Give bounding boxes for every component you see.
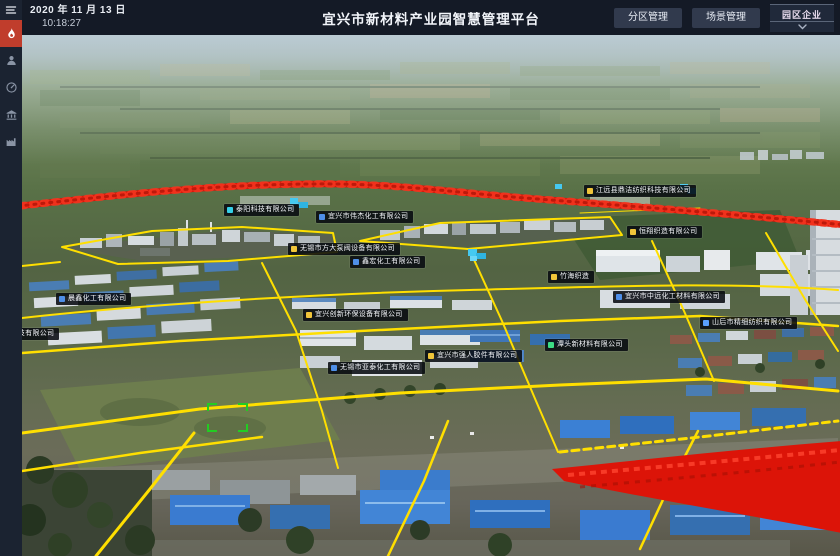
building-label[interactable]: 宜兴市伟杰化工有限公司 <box>316 211 413 223</box>
company-name: 潭头新材料有限公司 <box>557 339 623 351</box>
person-icon <box>5 54 18 67</box>
sidebar-item-enterprise[interactable] <box>0 101 22 128</box>
app-title: 宜兴市新材料产业园智慧管理平台 <box>322 8 540 28</box>
chevron-down-icon <box>798 23 807 31</box>
building-label[interactable]: 泰阳科技有限公司 <box>224 204 299 216</box>
company-marker-icon <box>587 188 593 194</box>
sidebar-item-personnel[interactable] <box>0 47 22 74</box>
building-label[interactable]: 晨鑫化工有限公司 <box>56 293 131 305</box>
company-name: 无锡市亚泰化工有限公司 <box>340 362 420 374</box>
building-label[interactable]: 竹海织造 <box>548 271 594 283</box>
company-name: 恒翔织造有限公司 <box>639 226 697 238</box>
gauge-icon <box>5 81 18 94</box>
zone-management-button[interactable]: 分区管理 <box>614 8 682 28</box>
company-marker-icon <box>616 294 622 300</box>
company-marker-icon <box>331 365 337 371</box>
company-marker-icon <box>548 342 554 348</box>
current-time: 10:18:27 <box>42 19 126 29</box>
company-name: 竹海织造 <box>560 271 589 283</box>
company-name: 泰阳科技有限公司 <box>236 204 294 216</box>
sidebar-item-alarm[interactable] <box>0 20 22 47</box>
company-name: 晨鑫化工有限公司 <box>68 293 126 305</box>
company-marker-icon <box>291 246 297 252</box>
scene-management-button[interactable]: 场景管理 <box>692 8 760 28</box>
menu-button[interactable] <box>0 0 22 20</box>
datetime-block: 2020 年 11 月 13 日 10:18:27 <box>30 6 126 29</box>
company-name: 无锡市方大泵阀设备有限公司 <box>300 243 395 255</box>
company-marker-icon <box>227 207 233 213</box>
building-label[interactable]: 宜兴创新环保设备有限公司 <box>303 309 408 321</box>
app-window: 泰阳科技有限公司宜兴市伟杰化工有限公司 江远县鼎洁纺织科技有限公司恒翔织造有限公司… <box>0 0 840 556</box>
building-label[interactable]: 无锡市方大泵阀设备有限公司 <box>288 243 400 255</box>
building-label[interactable]: 宜兴市创达科技有限公司 <box>22 328 59 340</box>
topbar-actions: 分区管理 场景管理 园区企业 <box>614 0 834 35</box>
company-name: 宜兴市强人胶件有限公司 <box>437 350 517 362</box>
sidebar-item-monitoring[interactable] <box>0 74 22 101</box>
building-label[interactable]: 潭头新材料有限公司 <box>545 339 628 351</box>
left-sidebar <box>0 0 22 556</box>
factory-icon <box>5 135 18 148</box>
company-name: 山后市精细纺织有限公司 <box>712 317 792 329</box>
company-marker-icon <box>551 274 557 280</box>
building-label[interactable]: 江远县鼎洁纺织科技有限公司 <box>584 185 696 197</box>
hamburger-icon <box>5 4 17 16</box>
building-label[interactable]: 山后市精细纺织有限公司 <box>700 317 797 329</box>
sidebar-item-statistics[interactable] <box>0 128 22 155</box>
building-label[interactable]: 鑫宏化工有限公司 <box>350 256 425 268</box>
building-label[interactable]: 恒翔织造有限公司 <box>627 226 702 238</box>
company-marker-icon <box>630 229 636 235</box>
enterprise-dropdown[interactable]: 园区企业 <box>770 4 834 32</box>
company-marker-icon <box>59 296 65 302</box>
enterprise-dropdown-label: 园区企业 <box>782 8 822 21</box>
company-name: 鑫宏化工有限公司 <box>362 256 420 268</box>
company-marker-icon <box>353 259 359 265</box>
company-name: 宜兴创新环保设备有限公司 <box>315 309 403 321</box>
building-label[interactable]: 宜兴市中远化工材料有限公司 <box>613 291 725 303</box>
building-label[interactable]: 宜兴市强人胶件有限公司 <box>425 350 522 362</box>
company-marker-icon <box>319 214 325 220</box>
bank-icon <box>5 108 18 121</box>
company-name: 江远县鼎洁纺织科技有限公司 <box>596 185 691 197</box>
company-name: 宜兴市创达科技有限公司 <box>22 328 54 340</box>
company-name: 宜兴市伟杰化工有限公司 <box>328 211 408 223</box>
flame-icon <box>5 27 18 40</box>
company-marker-icon <box>428 353 434 359</box>
company-name: 宜兴市中远化工材料有限公司 <box>625 291 720 303</box>
top-bar: 2020 年 11 月 13 日 10:18:27 宜兴市新材料产业园智慧管理平… <box>22 0 840 35</box>
company-marker-icon <box>703 320 709 326</box>
current-date: 2020 年 11 月 13 日 <box>30 6 126 16</box>
company-marker-icon <box>306 312 312 318</box>
building-label[interactable]: 无锡市亚泰化工有限公司 <box>328 362 425 374</box>
